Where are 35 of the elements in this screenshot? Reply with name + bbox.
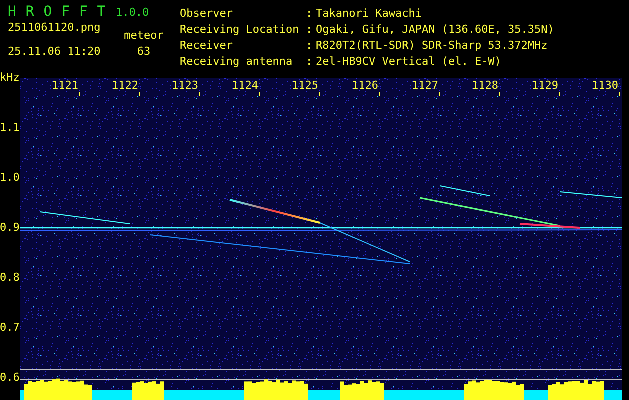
y-tick-label: 0.6 bbox=[0, 372, 20, 384]
info-value: Takanori Kawachi bbox=[316, 6, 423, 22]
meteor-count: 63 bbox=[136, 44, 152, 60]
count-label: meteor bbox=[123, 28, 165, 44]
x-tick-label: 1124 bbox=[232, 80, 258, 92]
app-title: H R O F F T bbox=[8, 4, 106, 20]
x-tick-label: 1125 bbox=[292, 80, 318, 92]
x-tick-label: 1126 bbox=[352, 80, 378, 92]
y-tick-label: 0.7 bbox=[0, 322, 20, 334]
y-tick-label: 1.0 bbox=[0, 172, 20, 184]
x-tick-label: 1129 bbox=[532, 80, 558, 92]
info-value: Ogaki, Gifu, JAPAN (136.60E, 35.35N) bbox=[316, 22, 554, 38]
datetime: 25.11.06 11:20 bbox=[8, 44, 102, 60]
info-label: Receiving antenna bbox=[180, 54, 294, 70]
x-tick-label: 1128 bbox=[472, 80, 498, 92]
info-separator: : bbox=[306, 22, 314, 38]
filename: 2511061120.png bbox=[8, 20, 102, 36]
y-tick-label: 1.1 bbox=[0, 122, 20, 134]
info-label: Observer bbox=[180, 6, 234, 22]
axis-unit: kHz bbox=[0, 72, 20, 84]
x-tick-label: 1130 bbox=[592, 80, 618, 92]
info-value: 2el-HB9CV Vertical (el. E-W) bbox=[316, 54, 502, 70]
info-separator: : bbox=[306, 6, 314, 22]
x-tick-label: 1123 bbox=[172, 80, 198, 92]
info-value: R820T2(RTL-SDR) SDR-Sharp 53.372MHz bbox=[316, 38, 549, 54]
info-label: Receiver bbox=[180, 38, 234, 54]
x-tick-label: 1127 bbox=[412, 80, 438, 92]
x-tick-label: 1122 bbox=[112, 80, 138, 92]
y-tick-label: 0.9 bbox=[0, 222, 20, 234]
info-label: Receiving Location bbox=[180, 22, 300, 38]
y-tick-label: 0.8 bbox=[0, 272, 20, 284]
x-tick-label: 1121 bbox=[52, 80, 78, 92]
info-separator: : bbox=[306, 38, 314, 54]
version-label: 1.0.0 bbox=[116, 6, 150, 20]
info-separator: : bbox=[306, 54, 314, 70]
